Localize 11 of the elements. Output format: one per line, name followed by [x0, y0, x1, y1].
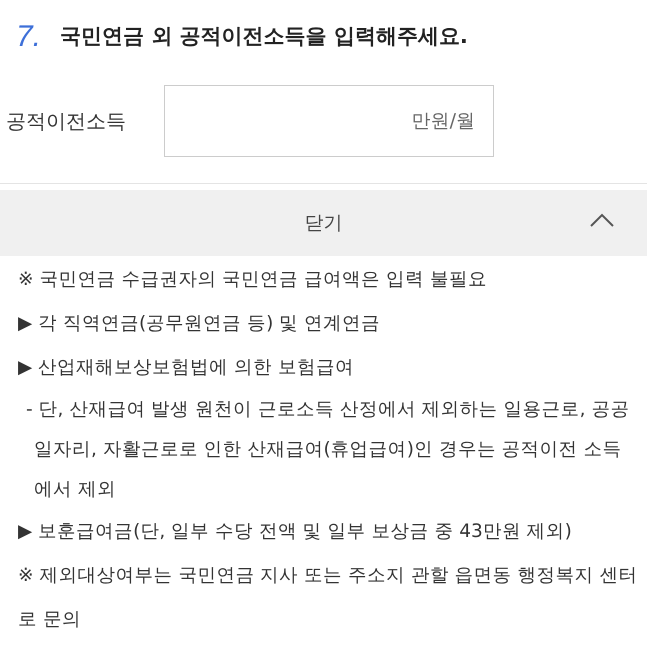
- question-number: 7.: [16, 19, 42, 55]
- note-text: ※ 제외대상여부는 국민연금 지사 또는 주소지 관할 읍면동 행정복지 센터로 문의: [18, 564, 638, 632]
- note-text: ▶ 각 직역연금(공무원연금 등) 및 연계연금: [18, 312, 382, 336]
- collapse-toggle[interactable]: 닫기: [0, 190, 647, 256]
- note-text: - 단, 산재급여 발생 원천이 근로소득 산정에서 제외하는 일용근로, 공공일자리, 자활근로로 인한 산재급여(휴업급여)인 경우는 공적이전 소득에서 제외: [26, 398, 630, 502]
- question-title: 국민연금 외 공적이전소득을 입력해주세요.: [60, 22, 468, 50]
- note-text: ※ 국민연금 수급권자의 국민연금 급여액은 입력 불필요: [18, 268, 488, 292]
- note-text: ▶ 보훈급여금(단, 일부 수당 전액 및 일부 보상금 중 43만원 제외): [18, 520, 573, 544]
- field-label: 공적이전소득: [5, 108, 127, 135]
- note-text: ▶ 산업재해보상보험법에 의한 보험급여: [18, 356, 355, 380]
- input-field[interactable]: 만원/월: [164, 85, 494, 157]
